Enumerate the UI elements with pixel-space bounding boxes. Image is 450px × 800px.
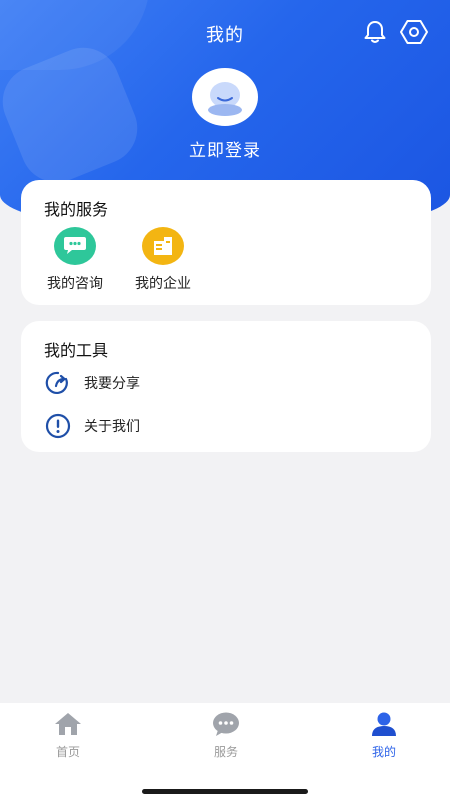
service-consult-label: 我的咨询 xyxy=(47,276,103,292)
bell-icon[interactable] xyxy=(362,19,388,45)
tool-about[interactable]: 关于我们 xyxy=(44,412,140,440)
avatar-face-icon xyxy=(208,82,242,116)
tool-about-label: 关于我们 xyxy=(84,419,140,435)
tab-mine-label: 我的 xyxy=(371,745,396,759)
user-avatar-icon[interactable] xyxy=(192,68,258,126)
tab-services-label: 服务 xyxy=(213,745,238,759)
share-icon xyxy=(45,371,68,394)
tab-home-label: 首页 xyxy=(55,745,80,759)
chat-bubble-icon xyxy=(213,712,239,736)
tools-card: 我的工具 我要分享 关于我们 xyxy=(21,321,431,452)
tool-share[interactable]: 我要分享 xyxy=(44,369,140,397)
service-enterprise-label: 我的企业 xyxy=(135,276,191,292)
tab-mine[interactable]: 我的 xyxy=(344,711,424,760)
services-title: 我的服务 xyxy=(44,200,109,219)
services-card: 我的服务 我的咨询 我的企业 xyxy=(21,180,431,305)
settings-icon[interactable] xyxy=(400,19,428,45)
tools-title: 我的工具 xyxy=(44,341,109,360)
bottom-tab-bar: 首页 服务 我的 xyxy=(0,703,450,800)
service-enterprise[interactable]: 我的企业 xyxy=(123,227,203,293)
service-consult[interactable]: 我的咨询 xyxy=(35,227,115,293)
tool-share-label: 我要分享 xyxy=(84,376,140,392)
home-indicator xyxy=(142,789,308,794)
login-link[interactable]: 立即登录 xyxy=(0,136,450,161)
info-icon xyxy=(45,413,71,439)
tab-services[interactable]: 服务 xyxy=(186,711,266,760)
chat-icon xyxy=(54,227,96,265)
home-icon xyxy=(55,713,81,735)
tab-home[interactable]: 首页 xyxy=(28,711,108,760)
user-icon xyxy=(372,712,396,736)
building-icon xyxy=(142,227,184,265)
